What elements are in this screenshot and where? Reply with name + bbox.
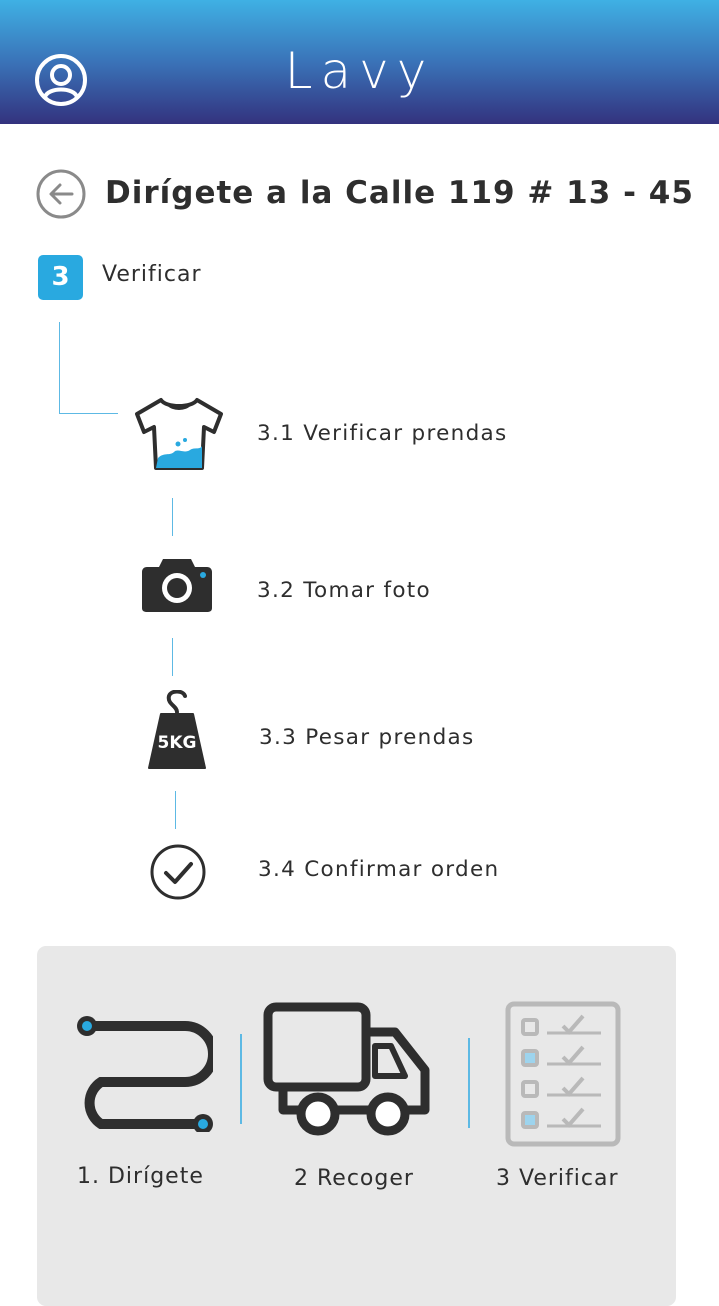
step-connector-horizontal: [59, 413, 118, 414]
back-button[interactable]: [35, 168, 87, 220]
tab-verificar[interactable]: 3 Verificar: [485, 996, 665, 1196]
substep-connector: [175, 791, 176, 829]
substep-verificar-prendas[interactable]: 3.1 Verificar prendas: [257, 421, 508, 446]
route-icon: [77, 1016, 213, 1132]
page-title: Dirígete a la Calle 119 # 13 - 45: [105, 175, 694, 211]
tab-dirigete-label: 1. Dirígete: [77, 1164, 204, 1189]
tab-verificar-label: 3 Verificar: [496, 1166, 619, 1191]
substep-pesar-prendas[interactable]: 3.3 Pesar prendas: [259, 725, 475, 750]
substep-connector: [172, 498, 173, 536]
tshirt-icon[interactable]: [130, 394, 226, 474]
tab-dirigete[interactable]: 1. Dirígete: [55, 996, 235, 1196]
camera-icon[interactable]: [141, 555, 213, 613]
steps-tab-panel: 1. Dirígete 2 Recoger 3 Verificar: [37, 946, 676, 1306]
weight-icon[interactable]: 5KG: [147, 690, 207, 770]
tab-recoger-label: 2 Recoger: [294, 1166, 414, 1191]
tab-recoger[interactable]: 2 Recoger: [259, 996, 449, 1196]
step-label: Verificar: [102, 262, 202, 287]
substep-tomar-foto[interactable]: 3.2 Tomar foto: [257, 578, 431, 603]
weight-icon-label: 5KG: [158, 733, 197, 753]
tab-divider: [468, 1038, 470, 1128]
tab-divider: [240, 1034, 242, 1124]
substep-connector: [172, 638, 173, 676]
checklist-icon: [505, 1001, 621, 1147]
app-header: Lavy: [0, 0, 719, 124]
truck-icon: [263, 1002, 430, 1136]
step-connector-vertical: [59, 322, 60, 414]
app-logo: Lavy: [284, 42, 435, 100]
step-number-badge: 3: [38, 255, 83, 300]
substep-confirmar-orden[interactable]: 3.4 Confirmar orden: [258, 857, 499, 882]
check-circle-icon[interactable]: [149, 843, 207, 901]
